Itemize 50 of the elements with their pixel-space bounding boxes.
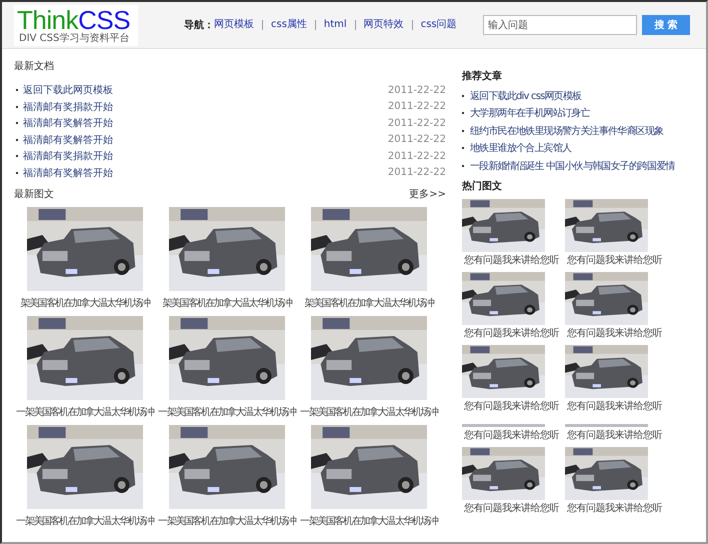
photo-caption[interactable]: 您有问题我来讲给您听 [464,502,559,514]
photo-caption[interactable]: 架美国客机在加拿大温太华机场冲 [299,298,439,310]
nav-link[interactable]: css问题 [412,20,465,30]
logo-text[interactable]: ThinkCSS [17,6,135,32]
article-link[interactable]: 大学那两年在手机网站订身亡 [470,106,590,120]
article-link[interactable]: 一段新婚情侣诞生 中国小伙与韩国女子的跨国爱情 [470,158,675,173]
article-link[interactable]: 纽约市民在地铁里现场警方关注事件华裔区现象 [470,124,664,138]
section-title: 最新文档 [14,60,55,73]
photo-caption[interactable]: 一架美国客机在加拿大温太华机场冲 [299,516,439,528]
photo-caption[interactable]: 一架美国客机在加拿大温太华机场冲 [157,407,297,419]
photo-caption[interactable]: 一架美国客机在加拿大温太华机场冲 [299,407,439,419]
nav-link[interactable]: css属性 [262,20,315,30]
article-link[interactable]: 福清邮有奖捐款开始 [23,100,388,114]
article-link[interactable]: 地铁里谁放个合上宾馆人 [470,141,572,156]
nav-link[interactable]: html [314,20,355,30]
photo-caption[interactable]: 您有问题我来讲给您听 [567,328,662,340]
photo-caption[interactable]: 您有问题我来讲给您听 [567,502,662,514]
article-link[interactable]: 返回下载此网页模板 [23,83,388,98]
photo-caption[interactable]: 您有问题我来讲给您听 [464,328,559,340]
article-link[interactable]: 福清邮有奖解答开始 [23,132,388,147]
photo-caption[interactable]: 您有问题我来讲给您听 [567,400,662,412]
article-link[interactable]: 返回下载此div css网页模板 [470,88,582,103]
photo-caption[interactable]: 架美国客机在加拿大温太华机场冲 [157,298,297,310]
article-date: 2011-22-22 [388,101,446,112]
logo-slogan: DIV CSS学习与资料平台 [19,32,130,44]
photo-caption[interactable]: 架美国客机在加拿大温太华机场冲 [15,298,155,310]
section-title: 热门图文 [462,179,503,192]
section-title: 推荐文章 [462,69,503,83]
photo-caption[interactable]: 一架美国客机在加拿大温太华机场冲 [157,516,297,528]
section-title: 最新图文 [14,188,54,201]
article-date: 2011-22-22 [388,167,446,178]
nav-link[interactable]: 网页特效 [354,20,412,30]
nav-link[interactable]: 网页模板 [214,20,262,30]
photo-caption[interactable]: 一架美国客机在加拿大温太华机场冲 [15,516,155,528]
search-field[interactable]: 输入问题 [483,15,637,35]
photo-caption[interactable]: 您有问题我来讲给您听 [464,254,559,266]
article-link[interactable]: 福清邮有奖解答开始 [23,166,388,180]
article-date: 2011-22-22 [388,150,446,162]
article-date: 2011-22-22 [388,84,446,96]
article-date: 2011-22-22 [388,118,446,129]
article-link[interactable]: 福清邮有奖捐款开始 [23,149,388,164]
photo-caption[interactable]: 一架美国客机在加拿大温太华机场冲 [15,407,155,419]
photo-caption[interactable]: 您有问题我来讲给您听 [567,254,662,266]
article-date: 2011-22-22 [388,134,446,146]
photo-caption[interactable]: 您有问题我来讲给您听 [464,400,559,412]
more-link[interactable]: 更多>> [409,187,446,201]
photo-caption[interactable]: 您有问题我来讲给您听 [464,430,559,442]
photo-caption[interactable]: 您有问题我来讲给您听 [567,430,662,442]
nav-label: 导航： [184,18,214,32]
article-link[interactable]: 福清邮有奖解答开始 [23,116,388,130]
